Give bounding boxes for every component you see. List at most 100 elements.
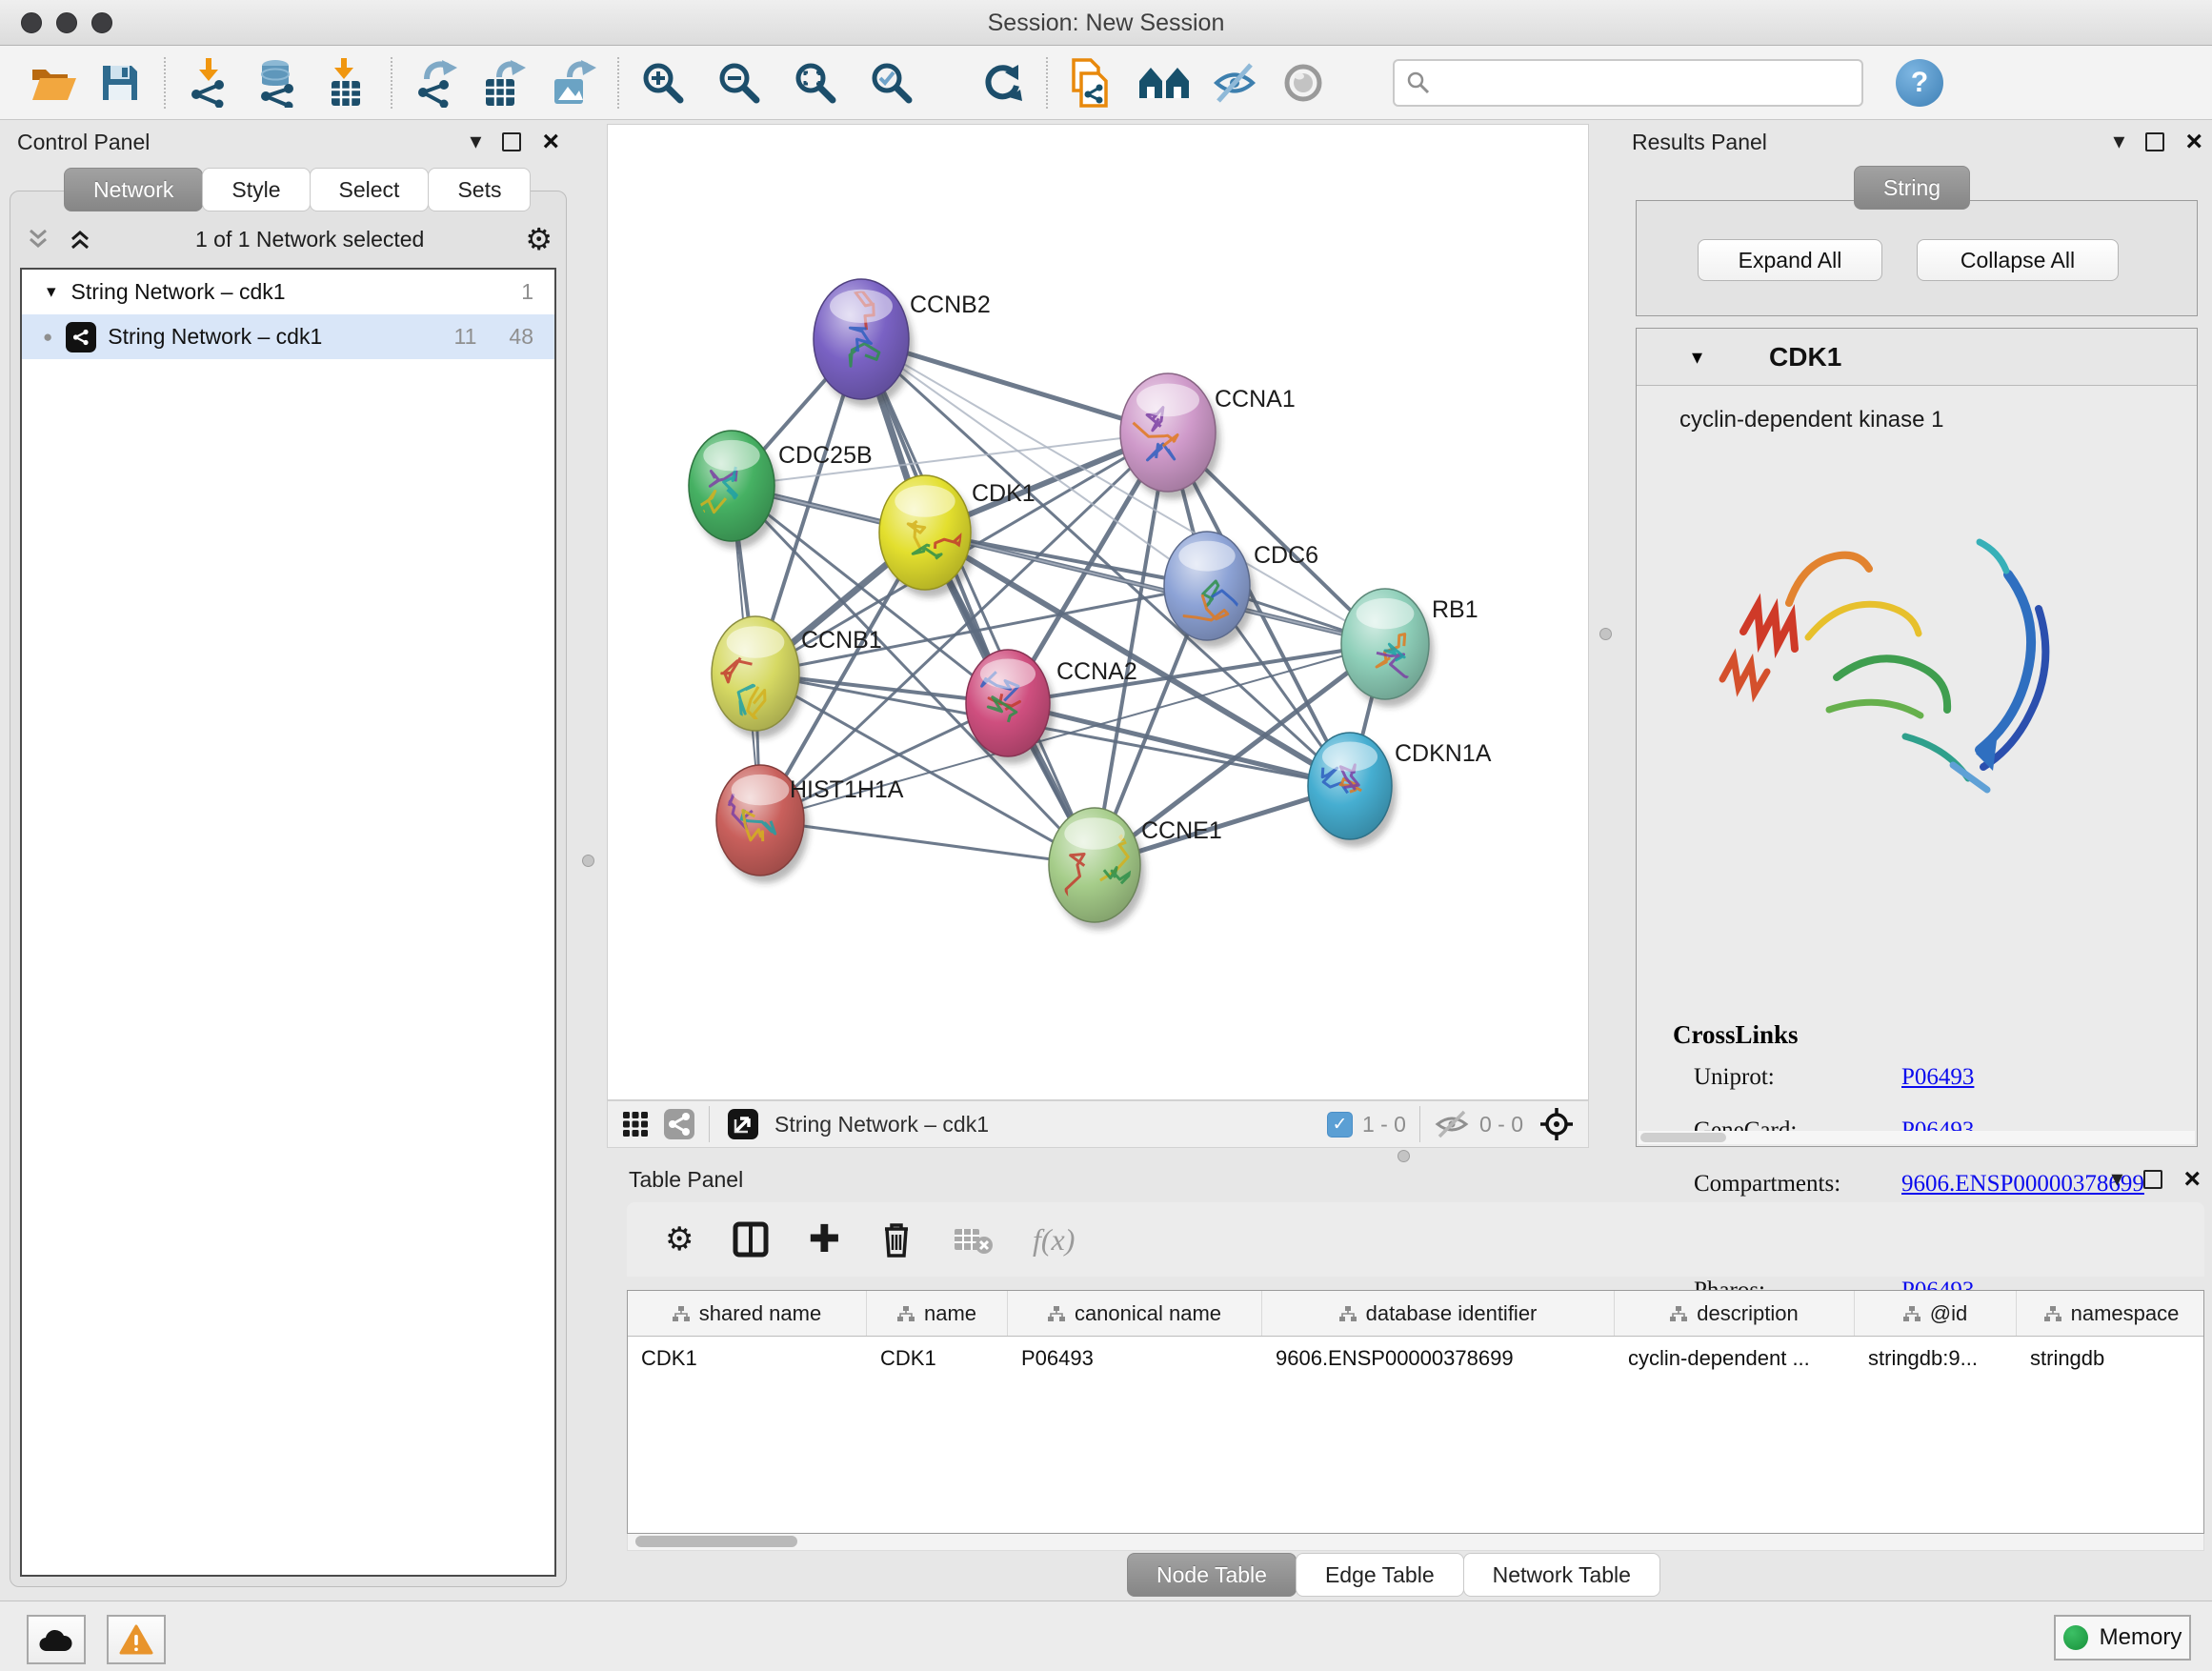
column-header[interactable]: namespace	[2017, 1291, 2204, 1336]
close-window-button[interactable]	[21, 12, 42, 33]
network-graph[interactable]: CCNB2CCNA1CDC25BCDK1CDC6RB1CCNB1CCNA2CDK…	[608, 125, 1588, 1099]
function-builder-button[interactable]: f(x)	[1033, 1222, 1075, 1258]
node-section-header[interactable]: ▾ CDK1	[1637, 329, 2197, 386]
column-header[interactable]: description	[1615, 1291, 1855, 1336]
save-session-button[interactable]	[91, 54, 149, 111]
tab-style[interactable]: Style	[202, 168, 310, 211]
table-cell[interactable]: stringdb	[2017, 1337, 2204, 1380]
zoom-in-button[interactable]	[634, 54, 692, 111]
string-home-button[interactable]	[1136, 54, 1193, 111]
network-node-cdkn1a[interactable]	[1308, 733, 1397, 847]
network-node-ccnb2[interactable]	[814, 279, 914, 407]
export-image-button[interactable]	[545, 54, 602, 111]
help-button[interactable]: ?	[1896, 59, 1943, 107]
table-settings-gear-icon[interactable]: ⚙	[665, 1220, 694, 1258]
network-view-canvas[interactable]: CCNB2CCNA1CDC25BCDK1CDC6RB1CCNB1CCNA2CDK…	[607, 124, 1589, 1100]
detach-view-button[interactable]	[727, 1108, 759, 1140]
cloud-status-button[interactable]	[27, 1615, 86, 1664]
attribute-icon	[673, 1306, 690, 1321]
tab-sets[interactable]: Sets	[428, 168, 531, 211]
float-panel-icon[interactable]	[502, 132, 521, 151]
enhance-labels-button[interactable]	[1206, 54, 1263, 111]
crosslink-link[interactable]: P06493	[1901, 1064, 1974, 1091]
close-panel-icon[interactable]: ×	[2183, 1165, 2201, 1194]
column-header[interactable]: canonical name	[1008, 1291, 1262, 1336]
export-network-button[interactable]	[408, 54, 465, 111]
expand-all-button[interactable]: Expand All	[1698, 239, 1882, 281]
table-cell[interactable]: stringdb:9...	[1855, 1337, 2017, 1380]
warnings-button[interactable]	[107, 1615, 166, 1664]
network-collection-row[interactable]: ▾ String Network – cdk1 1	[22, 270, 554, 314]
expand-all-icon[interactable]	[66, 225, 94, 253]
export-table-button[interactable]	[476, 54, 533, 111]
table-cell[interactable]: cyclin-dependent ...	[1615, 1337, 1855, 1380]
network-node-ccna2[interactable]	[966, 650, 1055, 764]
import-table-button[interactable]	[318, 54, 375, 111]
tab-select[interactable]: Select	[310, 168, 430, 211]
node-table[interactable]: shared namenamecanonical namedatabase id…	[627, 1290, 2204, 1534]
right-splitter-handle[interactable]	[1599, 628, 1612, 640]
show-columns-button[interactable]	[732, 1220, 770, 1258]
import-network-database-button[interactable]	[250, 54, 307, 111]
close-panel-icon[interactable]: ×	[2185, 128, 2202, 156]
show-grid-button[interactable]	[621, 1110, 650, 1138]
zoom-selected-button[interactable]	[863, 54, 920, 111]
window-title: Session: New Session	[988, 10, 1225, 36]
left-splitter-handle[interactable]	[582, 855, 594, 867]
panel-menu-icon[interactable]: ▾	[2111, 1168, 2122, 1191]
network-node-rb1[interactable]	[1341, 589, 1434, 707]
column-header[interactable]: name	[867, 1291, 1008, 1336]
node-label-cdc25b: CDC25B	[778, 442, 873, 469]
tab-string[interactable]: String	[1854, 166, 1970, 210]
node-label-ccnb1: CCNB1	[801, 627, 882, 654]
birds-eye-view-button[interactable]	[1538, 1106, 1575, 1142]
network-row[interactable]: ● String Network – cdk1 11 48	[22, 314, 554, 359]
tab-network[interactable]: Network	[64, 168, 203, 211]
zoom-fit-button[interactable]	[787, 54, 844, 111]
results-scrollbar[interactable]	[1639, 1131, 2195, 1144]
string-view-button[interactable]	[663, 1108, 695, 1140]
add-column-button[interactable]: ✚	[808, 1218, 840, 1261]
network-node-ccne1[interactable]	[1049, 808, 1145, 930]
section-expander-icon[interactable]: ▾	[1692, 345, 1702, 370]
zoom-window-button[interactable]	[91, 12, 112, 33]
close-panel-icon[interactable]: ×	[542, 128, 559, 156]
collection-expander-icon[interactable]: ▾	[47, 281, 56, 303]
search-input[interactable]	[1431, 70, 1840, 95]
panel-menu-icon[interactable]: ▾	[2113, 131, 2124, 153]
tab-node-table[interactable]: Node Table	[1127, 1553, 1297, 1597]
collapse-all-icon[interactable]	[24, 225, 52, 253]
table-cell[interactable]: P06493	[1008, 1337, 1262, 1380]
column-header[interactable]: shared name	[628, 1291, 867, 1336]
string-documents-button[interactable]	[1063, 54, 1120, 111]
table-row[interactable]: CDK1CDK1P064939606.ENSP00000378699cyclin…	[628, 1337, 2203, 1380]
float-panel-icon[interactable]	[2143, 1170, 2162, 1189]
collapse-all-button[interactable]: Collapse All	[1917, 239, 2119, 281]
column-header[interactable]: database identifier	[1262, 1291, 1615, 1336]
network-options-gear-icon[interactable]: ⚙	[525, 221, 553, 257]
hidden-eye-slash-icon	[1434, 1109, 1470, 1139]
table-cell[interactable]: 9606.ENSP00000378699	[1262, 1337, 1615, 1380]
selected-checkbox-icon[interactable]: ✓	[1327, 1112, 1353, 1137]
tab-network-table[interactable]: Network Table	[1463, 1553, 1660, 1597]
minimize-window-button[interactable]	[56, 12, 77, 33]
network-edge[interactable]	[760, 820, 1095, 865]
table-h-scrollbar[interactable]	[627, 1534, 2204, 1551]
zoom-out-button[interactable]	[711, 54, 768, 111]
open-session-button[interactable]	[25, 54, 82, 111]
table-cell[interactable]: CDK1	[867, 1337, 1008, 1380]
network-node-ccna1[interactable]	[1120, 373, 1220, 499]
redraw-button[interactable]	[974, 54, 1031, 111]
column-header[interactable]: @id	[1855, 1291, 2017, 1336]
panel-menu-icon[interactable]: ▾	[470, 131, 481, 153]
memory-button[interactable]: Memory	[2054, 1615, 2191, 1661]
import-network-file-button[interactable]	[181, 54, 238, 111]
table-cell[interactable]: CDK1	[628, 1337, 867, 1380]
delete-table-button[interactable]	[953, 1223, 995, 1256]
network-node-ccnb1[interactable]	[712, 616, 804, 738]
show-glass-ball-button[interactable]	[1275, 54, 1332, 111]
delete-column-button[interactable]	[878, 1219, 915, 1259]
network-node-cdk1[interactable]	[879, 475, 975, 597]
float-panel-icon[interactable]	[2145, 132, 2164, 151]
tab-edge-table[interactable]: Edge Table	[1296, 1553, 1464, 1597]
